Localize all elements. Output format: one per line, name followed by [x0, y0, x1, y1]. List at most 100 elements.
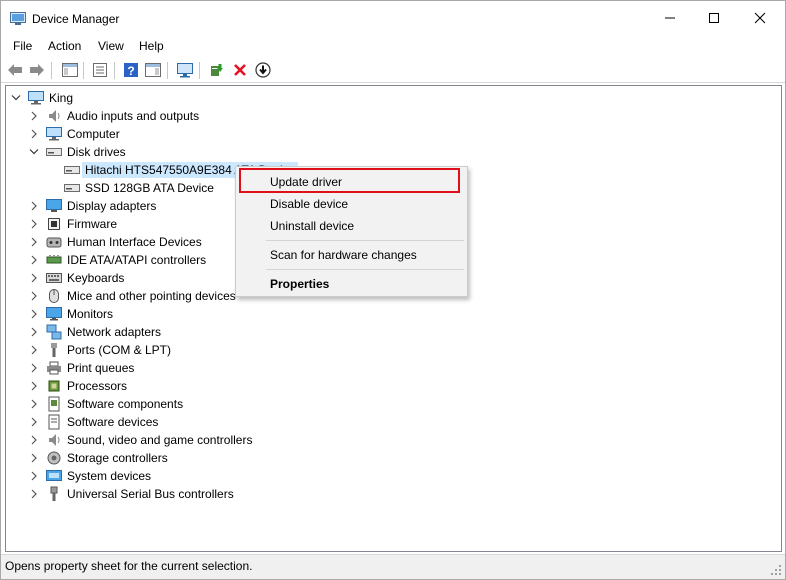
ctx-uninstall-device[interactable]: Uninstall device — [270, 219, 354, 233]
tree-item-display-adapters[interactable]: Display adapters — [28, 197, 156, 215]
tree-item-ports-com-lpt[interactable]: Ports (COM & LPT) — [28, 341, 171, 359]
keyboard-icon — [46, 270, 62, 286]
ctx-separator — [266, 240, 464, 241]
tree-item-ide-ata-atapi-controllers[interactable]: IDE ATA/ATAPI controllers — [28, 251, 206, 269]
tree-item-processors[interactable]: Processors — [28, 377, 127, 395]
show-hide-console-tree-button[interactable] — [61, 61, 79, 79]
update-driver-toolbar-button[interactable] — [208, 61, 226, 79]
chevron-right-icon[interactable] — [28, 290, 40, 302]
tree-item-human-interface-devices[interactable]: Human Interface Devices — [28, 233, 202, 251]
tree-item-software-components[interactable]: Software components — [28, 395, 183, 413]
tree-item-audio-inputs-and-outputs[interactable]: Audio inputs and outputs — [28, 107, 199, 125]
maximize-button[interactable] — [691, 1, 737, 35]
chevron-right-icon[interactable] — [28, 254, 40, 266]
forward-button[interactable] — [28, 61, 46, 79]
chevron-right-icon[interactable] — [28, 110, 40, 122]
properties-icon — [93, 63, 107, 77]
menu-action[interactable]: Action — [47, 39, 82, 53]
disk-drive-icon — [64, 162, 80, 178]
delete-x-icon — [234, 64, 246, 76]
chevron-down-icon[interactable] — [10, 92, 22, 104]
uninstall-toolbar-button[interactable] — [231, 61, 249, 79]
ctx-scan-hardware[interactable]: Scan for hardware changes — [270, 248, 417, 262]
download-circle-icon — [255, 62, 271, 78]
menu-view[interactable]: View — [97, 39, 125, 53]
console-tree-icon — [62, 63, 78, 77]
chevron-right-icon[interactable] — [28, 362, 40, 374]
chevron-right-icon[interactable] — [28, 488, 40, 500]
tree-item-ssd-drive[interactable]: SSD 128GB ATA Device — [64, 179, 214, 197]
tree-item-computer[interactable]: Computer — [28, 125, 120, 143]
tree-item-sound-video-game-controllers[interactable]: Sound, video and game controllers — [28, 431, 252, 449]
svg-text:?: ? — [127, 64, 134, 78]
chevron-right-icon[interactable] — [28, 470, 40, 482]
tree-item-network-adapters[interactable]: Network adapters — [28, 323, 161, 341]
maximize-icon — [709, 13, 719, 23]
tree-item-mice-and-pointing-devices[interactable]: Mice and other pointing devices — [28, 287, 236, 305]
ctx-disable-device[interactable]: Disable device — [270, 197, 348, 211]
properties-toolbar-button[interactable] — [91, 61, 109, 79]
disk-drive-icon — [64, 180, 80, 196]
arrow-left-icon — [8, 64, 22, 76]
toolbar: ? — [1, 58, 785, 83]
help-icon: ? — [124, 63, 138, 78]
minimize-button[interactable] — [647, 1, 693, 35]
device-tree[interactable]: King Audio inputs and outputs Computer D… — [5, 85, 782, 552]
chevron-right-icon[interactable] — [28, 128, 40, 140]
chevron-right-icon[interactable] — [28, 326, 40, 338]
chevron-down-icon[interactable] — [28, 146, 40, 158]
display-adapter-icon — [46, 198, 62, 214]
chevron-right-icon[interactable] — [28, 200, 40, 212]
port-icon — [46, 342, 62, 358]
tree-item-keyboards[interactable]: Keyboards — [28, 269, 124, 287]
network-adapter-icon — [46, 324, 62, 340]
tree-root-label: King — [49, 91, 74, 105]
back-button[interactable] — [6, 61, 24, 79]
action-pane-icon — [145, 63, 161, 77]
chevron-right-icon[interactable] — [28, 218, 40, 230]
menu-help[interactable]: Help — [138, 39, 165, 53]
tree-item-usb-controllers[interactable]: Universal Serial Bus controllers — [28, 485, 234, 503]
tree-item-print-queues[interactable]: Print queues — [28, 359, 134, 377]
printer-icon — [46, 360, 62, 376]
ctx-separator — [266, 269, 464, 270]
scan-hardware-button[interactable] — [176, 61, 194, 79]
software-device-icon — [46, 414, 62, 430]
tree-item-disk-drives[interactable]: Disk drives — [28, 143, 126, 161]
tree-item-storage-controllers[interactable]: Storage controllers — [28, 449, 168, 467]
chevron-right-icon[interactable] — [28, 272, 40, 284]
mouse-icon — [46, 288, 62, 304]
computer-icon — [28, 90, 44, 106]
device-manager-icon — [10, 12, 26, 26]
arrow-right-icon — [30, 64, 44, 76]
software-component-icon — [46, 396, 62, 412]
speaker-icon — [46, 432, 62, 448]
close-button[interactable] — [737, 1, 783, 35]
action-pane-button[interactable] — [144, 61, 162, 79]
tree-item-software-devices[interactable]: Software devices — [28, 413, 158, 431]
menu-file[interactable]: File — [12, 39, 33, 53]
storage-controller-icon — [46, 450, 62, 466]
tree-item-firmware[interactable]: Firmware — [28, 215, 117, 233]
device-manager-window: Device Manager File Action View Help ? K… — [0, 0, 786, 580]
enable-device-toolbar-button[interactable] — [254, 61, 272, 79]
close-icon — [754, 12, 766, 24]
chevron-right-icon[interactable] — [28, 344, 40, 356]
tree-item-system-devices[interactable]: System devices — [28, 467, 151, 485]
ctx-properties[interactable]: Properties — [270, 277, 329, 291]
speaker-icon — [46, 108, 62, 124]
chevron-right-icon[interactable] — [28, 308, 40, 320]
chevron-right-icon[interactable] — [28, 380, 40, 392]
chevron-right-icon[interactable] — [28, 398, 40, 410]
monitor-icon — [46, 306, 62, 322]
computer-icon — [46, 126, 62, 142]
chevron-right-icon[interactable] — [28, 236, 40, 248]
tree-root-row[interactable]: King — [10, 89, 73, 107]
chevron-right-icon[interactable] — [28, 434, 40, 446]
chevron-right-icon[interactable] — [28, 416, 40, 428]
menu-bar: File Action View Help — [1, 37, 785, 57]
chevron-right-icon[interactable] — [28, 452, 40, 464]
help-toolbar-button[interactable]: ? — [122, 61, 140, 79]
tree-item-monitors[interactable]: Monitors — [28, 305, 113, 323]
resize-grip-icon[interactable] — [770, 564, 782, 576]
